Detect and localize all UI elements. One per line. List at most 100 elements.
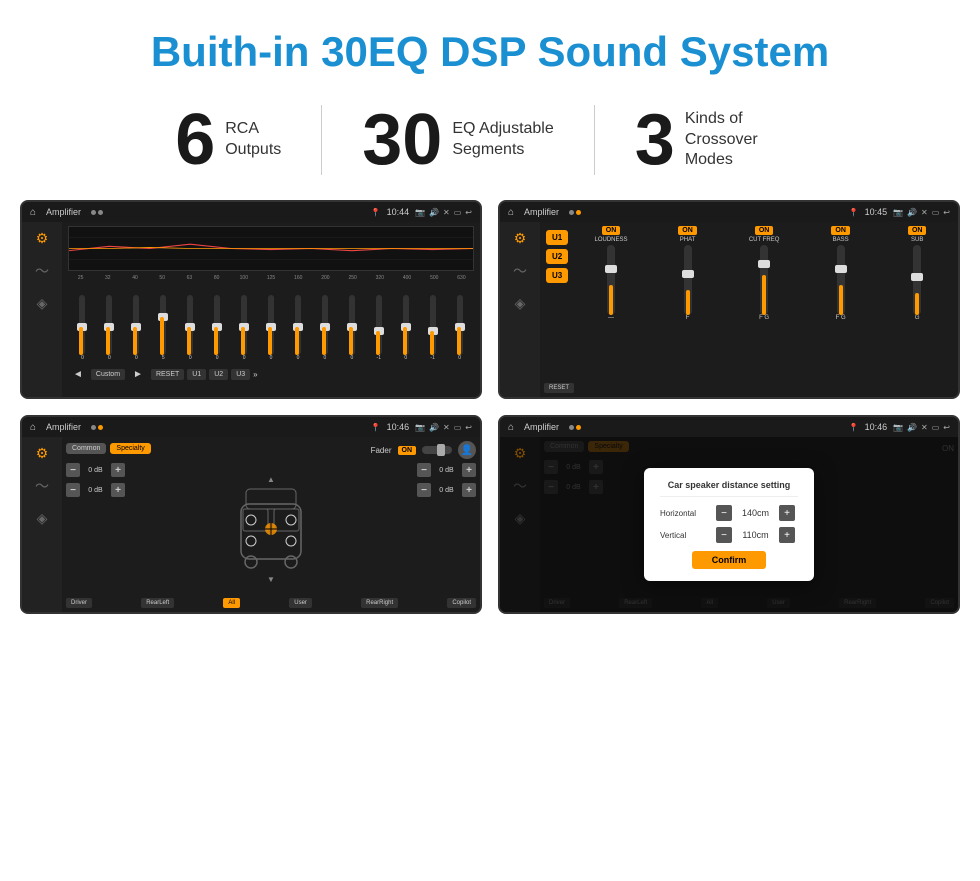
speaker-icon[interactable]: ◈ [37, 295, 48, 312]
ctrl-rail [609, 285, 613, 315]
eq-icon[interactable]: ⚙ [36, 230, 49, 247]
wave-icon[interactable]: 〜 [35, 476, 49, 496]
crossover-time: 10:45 [865, 207, 888, 217]
ctrl-slider[interactable] [913, 245, 921, 315]
wave-icon[interactable]: 〜 [513, 261, 527, 281]
slider-col-15: 0 [447, 295, 472, 363]
rearright-button[interactable]: RearRight [361, 598, 398, 608]
home-icon[interactable]: ⌂ [30, 207, 36, 218]
slider-rail [187, 327, 191, 355]
camera-icon: 📷 [415, 208, 425, 217]
home-icon[interactable]: ⌂ [30, 422, 36, 433]
slider-rail [241, 327, 245, 355]
crossover-reset-button[interactable]: RESET [544, 383, 574, 393]
tab-common[interactable]: Common [66, 443, 106, 454]
dot1 [569, 425, 574, 430]
vol-minus-4[interactable]: − [417, 483, 431, 497]
tab-specialty[interactable]: Specialty [110, 443, 150, 454]
confirm-button[interactable]: Confirm [692, 551, 767, 569]
u3-button[interactable]: U3 [546, 268, 568, 283]
slider-track[interactable] [403, 295, 409, 355]
user-button[interactable]: User [289, 598, 312, 608]
camera-icon: 📷 [893, 208, 903, 217]
ctrl-slider[interactable] [607, 245, 615, 315]
vol-plus-3[interactable]: + [462, 463, 476, 477]
ctrl-bass: ON BASS F G [804, 226, 878, 377]
slider-track[interactable] [430, 295, 436, 355]
u3-button[interactable]: U3 [231, 369, 250, 380]
slider-track[interactable] [160, 295, 166, 355]
slider-track[interactable] [241, 295, 247, 355]
back-icon[interactable]: ↩ [943, 423, 950, 432]
reset-button[interactable]: RESET [151, 369, 184, 380]
driver-button[interactable]: Driver [66, 598, 92, 608]
slider-track[interactable] [133, 295, 139, 355]
prev-button[interactable]: ◄ [68, 367, 88, 382]
ctrl-slider[interactable] [684, 245, 692, 315]
vol-minus-3[interactable]: − [417, 463, 431, 477]
rearleft-button[interactable]: RearLeft [141, 598, 174, 608]
slider-rail [160, 317, 164, 355]
volume-icon: 🔊 [429, 208, 439, 217]
slider-col-10: 0 [312, 295, 337, 363]
slider-track[interactable] [457, 295, 463, 355]
u2-button[interactable]: U2 [546, 249, 568, 264]
home-icon[interactable]: ⌂ [508, 422, 514, 433]
eq-screen-wrapper: ⌂ Amplifier 📍 10:44 📷 🔊 ✕ ▭ ↩ ⚙ 〜 [20, 200, 482, 399]
ctrl-loudness: ON LOUDNESS — [574, 226, 648, 377]
slider-track[interactable] [106, 295, 112, 355]
dialog-overlay: Car speaker distance setting Horizontal … [500, 437, 958, 612]
vol-minus-1[interactable]: − [66, 463, 80, 477]
vertical-plus-button[interactable]: + [779, 527, 795, 543]
ctrl-thumb[interactable] [682, 270, 694, 278]
back-icon[interactable]: ↩ [465, 423, 472, 432]
fader-bottom-labels: Driver RearLeft All User RearRight Copil… [66, 598, 476, 608]
vertical-minus-button[interactable]: − [716, 527, 732, 543]
slider-track[interactable] [349, 295, 355, 355]
slider-track[interactable] [79, 295, 85, 355]
speaker-icon[interactable]: ◈ [515, 295, 526, 312]
ctrl-thumb[interactable] [835, 265, 847, 273]
fader-thumb-mini[interactable] [437, 444, 445, 456]
vol-plus-4[interactable]: + [462, 483, 476, 497]
all-button[interactable]: All [223, 598, 240, 608]
horizontal-plus-button[interactable]: + [779, 505, 795, 521]
ctrl-thumb[interactable] [911, 273, 923, 281]
speaker-icon[interactable]: ◈ [37, 510, 48, 527]
vol-plus-1[interactable]: + [111, 463, 125, 477]
right-vol-controls: − 0 dB + − 0 dB + [417, 463, 476, 594]
eq-icon[interactable]: ⚙ [514, 230, 527, 247]
horizontal-minus-button[interactable]: − [716, 505, 732, 521]
slider-track[interactable] [376, 295, 382, 355]
slider-track[interactable] [268, 295, 274, 355]
dialog-horizontal-row: Horizontal − 140cm + [660, 505, 798, 521]
ctrl-thumb[interactable] [758, 260, 770, 268]
ctrl-label: LOUDNESS [595, 237, 628, 243]
eq-icon[interactable]: ⚙ [36, 445, 49, 462]
slider-track[interactable] [214, 295, 220, 355]
next-button[interactable]: ► [128, 367, 148, 382]
on-badge: ON [831, 226, 850, 235]
u1-button[interactable]: U1 [546, 230, 568, 245]
ctrl-slider[interactable] [837, 245, 845, 315]
home-icon[interactable]: ⌂ [508, 207, 514, 218]
u1-button[interactable]: U1 [187, 369, 206, 380]
back-icon[interactable]: ↩ [943, 208, 950, 217]
custom-button[interactable]: Custom [91, 369, 125, 380]
slider-track[interactable] [322, 295, 328, 355]
slider-track[interactable] [295, 295, 301, 355]
wave-icon[interactable]: 〜 [35, 261, 49, 281]
ctrl-thumb[interactable] [605, 265, 617, 273]
vol-plus-2[interactable]: + [111, 483, 125, 497]
slider-track[interactable] [187, 295, 193, 355]
fader-slider-mini[interactable] [422, 446, 452, 454]
ctrl-slider[interactable] [760, 245, 768, 315]
u2-button[interactable]: U2 [209, 369, 228, 380]
dialog-title: Car speaker distance setting [660, 480, 798, 497]
person-icon[interactable]: 👤 [458, 441, 476, 459]
back-icon[interactable]: ↩ [465, 208, 472, 217]
vol-minus-2[interactable]: − [66, 483, 80, 497]
slider-col-11: 0 [339, 295, 364, 363]
vol-val-1: 0 dB [83, 467, 108, 474]
copilot-button[interactable]: Copilot [447, 598, 476, 608]
